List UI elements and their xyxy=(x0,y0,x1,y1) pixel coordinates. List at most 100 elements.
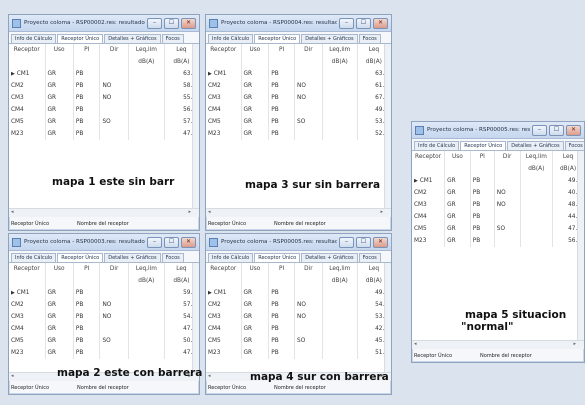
vertical-scrollbar[interactable] xyxy=(192,44,199,208)
close-button[interactable]: ✕ xyxy=(373,17,388,29)
tab-2[interactable]: Detalles + Gráficos xyxy=(301,34,358,43)
table-row[interactable]: M23 GR PB 52.4 xyxy=(206,128,391,140)
table-row[interactable]: CM4 GR PB 47.2 xyxy=(9,323,199,335)
results-table[interactable]: Receptor Uso PI Dir Leq,lim Leq dB(A) dB(A) ▶ … xyxy=(9,263,199,372)
scroll-right-icon[interactable]: ▸ xyxy=(380,209,383,215)
window-titlebar[interactable]: Proyecto coloma - RSP00005.res: resultad… xyxy=(412,122,584,139)
table-row[interactable]: CM3 GR PB NO 55.3 xyxy=(9,92,199,104)
vertical-scrollbar[interactable] xyxy=(384,44,391,208)
tab-0[interactable]: Info de Cálculo xyxy=(208,253,254,262)
table-row[interactable]: CM5 GR PB SO 45.1 xyxy=(206,335,391,347)
tab-2[interactable]: Detalles + Gráficos xyxy=(104,253,161,262)
maximize-button[interactable]: ☐ xyxy=(356,17,371,29)
table-row[interactable]: M23 GR PB 56.2 xyxy=(412,235,584,247)
table-row[interactable]: CM3 GR PB NO 53.2 xyxy=(206,311,391,323)
horizontal-scrollbar[interactable]: ◂ ▸ xyxy=(412,340,584,349)
horizontal-scrollbar[interactable]: ◂ ▸ xyxy=(206,208,391,217)
table-row[interactable]: CM5 GR PB SO 50.2 xyxy=(9,335,199,347)
tab-2[interactable]: Detalles + Gráficos xyxy=(301,253,358,262)
column-header[interactable]: Uso xyxy=(45,263,74,275)
minimize-button[interactable]: – xyxy=(532,124,547,136)
tab-0[interactable]: Info de Cálculo xyxy=(208,34,254,43)
maximize-button[interactable]: ☐ xyxy=(164,236,179,248)
tab-1[interactable]: Receptor Único xyxy=(254,253,301,262)
column-header[interactable]: Dir xyxy=(294,263,323,275)
column-header[interactable]: Uso xyxy=(45,44,74,56)
table-row[interactable]: CM2 GR PB NO 40.7 xyxy=(412,187,584,199)
column-header[interactable]: Dir xyxy=(494,151,521,163)
table-row[interactable]: ▶ CM1 GR PB 63.4 xyxy=(206,68,391,80)
column-header[interactable]: Receptor xyxy=(206,263,242,275)
tab-0[interactable]: Info de Cálculo xyxy=(11,253,57,262)
table-row[interactable]: CM2 GR PB NO 58.0 xyxy=(9,80,199,92)
maximize-button[interactable]: ☐ xyxy=(164,17,179,29)
tab-1[interactable]: Receptor Único xyxy=(460,141,507,150)
scroll-left-icon[interactable]: ◂ xyxy=(208,209,211,215)
window-titlebar[interactable]: Proyecto coloma - RSP00004.res: resultad… xyxy=(206,15,391,32)
table-row[interactable]: M23 GR PB 47.7 xyxy=(9,347,199,359)
minimize-button[interactable]: – xyxy=(339,236,354,248)
column-header[interactable]: Dir xyxy=(99,263,129,275)
close-button[interactable]: ✕ xyxy=(566,124,581,136)
column-header[interactable]: Receptor xyxy=(9,263,46,275)
column-header[interactable]: Receptor xyxy=(206,44,242,56)
horizontal-scrollbar[interactable]: ◂ ▸ xyxy=(9,208,199,217)
column-header[interactable]: Dir xyxy=(99,44,129,56)
table-row[interactable]: CM3 GR PB NO 54.7 xyxy=(9,311,199,323)
table-row[interactable]: CM4 GR PB 49.4 xyxy=(206,104,391,116)
table-row[interactable]: CM4 GR PB 56.4 xyxy=(9,104,199,116)
table-row[interactable]: CM5 GR PB SO 53.0 xyxy=(206,116,391,128)
table-row[interactable]: CM3 GR PB NO 48.6 xyxy=(412,199,584,211)
table-row[interactable]: CM4 GR PB 44.4 xyxy=(412,211,584,223)
result-window-2[interactable]: Proyecto coloma - RSP00004.res: resultad… xyxy=(205,14,392,231)
vertical-scrollbar[interactable] xyxy=(192,263,199,372)
close-button[interactable]: ✕ xyxy=(181,236,196,248)
close-button[interactable]: ✕ xyxy=(373,236,388,248)
column-header[interactable]: PI xyxy=(268,263,296,275)
tab-1[interactable]: Receptor Único xyxy=(254,34,301,43)
window-titlebar[interactable]: Proyecto coloma - RSP00005.res: resultad… xyxy=(206,234,391,251)
table-row[interactable]: M23 GR PB 51.1 xyxy=(206,347,391,359)
column-header[interactable]: PI xyxy=(470,151,495,163)
vertical-scrollbar[interactable] xyxy=(577,151,584,340)
table-row[interactable]: CM3 GR PB NO 67.1 xyxy=(206,92,391,104)
tab-1[interactable]: Receptor Único xyxy=(57,253,104,262)
column-header[interactable]: Leq,lim xyxy=(520,151,554,163)
tab-0[interactable]: Info de Cálculo xyxy=(414,141,460,150)
tab-1[interactable]: Receptor Único xyxy=(57,34,104,43)
window-titlebar[interactable]: Proyecto coloma - RSP00002.res: resultad… xyxy=(9,15,199,32)
minimize-button[interactable]: – xyxy=(147,236,162,248)
close-button[interactable]: ✕ xyxy=(181,17,196,29)
column-header[interactable]: Receptor xyxy=(9,44,46,56)
minimize-button[interactable]: – xyxy=(339,17,354,29)
tab-3[interactable]: Focos xyxy=(161,34,184,43)
column-header[interactable]: Leq,lim xyxy=(322,44,358,56)
table-row[interactable]: ▶ CM1 GR PB 49.5 xyxy=(206,287,391,299)
column-header[interactable]: PI xyxy=(73,44,101,56)
column-header[interactable]: Dir xyxy=(294,44,323,56)
table-row[interactable]: CM2 GR PB NO 54.3 xyxy=(206,299,391,311)
column-header[interactable]: Receptor xyxy=(412,151,446,163)
scroll-right-icon[interactable]: ▸ xyxy=(573,341,576,347)
tab-2[interactable]: Detalles + Gráficos xyxy=(104,34,161,43)
window-titlebar[interactable]: Proyecto coloma - RSP00003.res: resultad… xyxy=(9,234,199,251)
scroll-left-icon[interactable]: ◂ xyxy=(208,373,211,379)
maximize-button[interactable]: ☐ xyxy=(356,236,371,248)
maximize-button[interactable]: ☐ xyxy=(549,124,564,136)
scroll-left-icon[interactable]: ◂ xyxy=(11,209,14,215)
table-row[interactable]: CM2 GR PB NO 61.5 xyxy=(206,80,391,92)
table-row[interactable]: CM2 GR PB NO 57.3 xyxy=(9,299,199,311)
tab-3[interactable]: Focos xyxy=(358,253,381,262)
result-window-1[interactable]: Proyecto coloma - RSP00002.res: resultad… xyxy=(8,14,200,231)
column-header[interactable]: PI xyxy=(73,263,101,275)
vertical-scrollbar[interactable] xyxy=(384,263,391,372)
table-row[interactable]: ▶ CM1 GR PB 63.6 xyxy=(9,68,199,80)
column-header[interactable]: Uso xyxy=(444,151,471,163)
tab-3[interactable]: Focos xyxy=(564,141,584,150)
scroll-left-icon[interactable]: ◂ xyxy=(414,341,417,347)
tab-3[interactable]: Focos xyxy=(358,34,381,43)
table-row[interactable]: CM5 GR PB SO 47.7 xyxy=(412,223,584,235)
results-table[interactable]: Receptor Uso PI Dir Leq,lim Leq dB(A) dB(A) ▶ … xyxy=(206,263,391,372)
scroll-left-icon[interactable]: ◂ xyxy=(11,373,14,379)
column-header[interactable]: Leq,lim xyxy=(322,263,358,275)
